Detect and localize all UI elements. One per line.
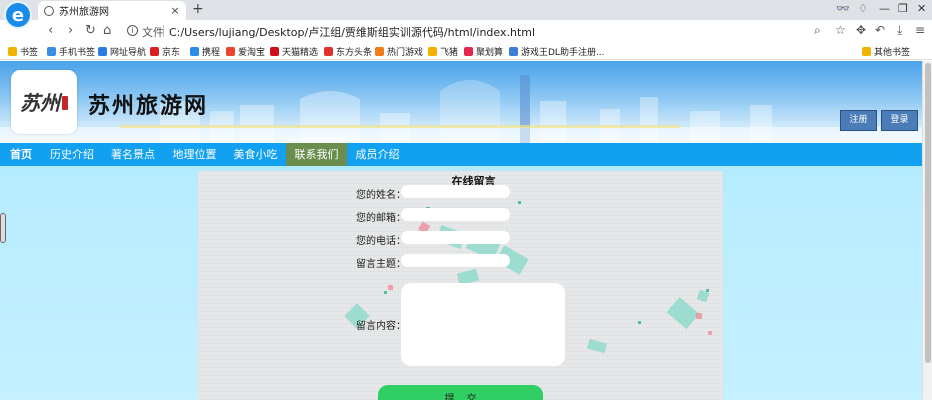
content-textarea[interactable] (401, 283, 565, 366)
bookmarks-bar: 其他书签 书签 手机书签 网址导航 京东 携程 爱淘宝 天猫精选 东方头条 热门游戏 飞猪 聚划算游… (0, 42, 932, 60)
login-button[interactable]: 登录 (881, 110, 918, 131)
star-icon[interactable]: ☆ (835, 23, 846, 37)
contact-form-panel: 在线留言 您的姓名： 您的邮箱： 您的电话： 留言主题： 留言内容： 提交 (198, 171, 723, 400)
phone-input[interactable] (401, 231, 510, 244)
subject-input[interactable] (401, 254, 510, 267)
menu-icon[interactable]: ≡ (915, 23, 925, 37)
nav-members[interactable]: 成员介绍 (347, 143, 408, 166)
undo-icon[interactable]: ↶ (875, 23, 885, 37)
bookmark-item[interactable]: 携程 (190, 45, 220, 58)
browser-toolbar: ‹ › ↻ ⌂ i 文件 C:/Users/lujiang/Desktop/卢江… (0, 20, 932, 42)
zoom-icon[interactable]: ⌕ (814, 23, 821, 38)
nav-contact[interactable]: 联系我们 (286, 143, 347, 166)
bookmark-favicon-icon (150, 47, 159, 56)
register-button[interactable]: 注册 (840, 110, 877, 131)
bookmark-favicon-icon (226, 47, 235, 56)
nav-attractions[interactable]: 著名景点 (102, 143, 164, 166)
bookmark-favicon-icon (98, 47, 107, 56)
bookmark-item[interactable]: 东方头条 (324, 45, 372, 58)
submit-button[interactable]: 提交 (378, 385, 543, 400)
name-label: 您的姓名： (356, 190, 406, 201)
nav-food[interactable]: 美食小吃 (225, 143, 286, 166)
page-viewport: 苏州 苏州旅游网 注册 登录 首页 历史介绍 著名景点 地理位置 美食小吃 联系… (0, 61, 922, 400)
bookmark-item[interactable]: 京东 (150, 45, 180, 58)
tab-close-icon[interactable]: × (168, 4, 182, 17)
bookmark-favicon-icon (375, 47, 384, 56)
address-bar-url[interactable]: C:/Users/lujiang/Desktop/卢江组/贾维斯组实训源代码/h… (169, 24, 535, 40)
nav-history[interactable]: 历史介绍 (42, 143, 102, 166)
extensions-icon[interactable]: ✥ (856, 23, 866, 37)
shirt-icon[interactable]: ♢ (858, 2, 868, 15)
scrollbar-thumb[interactable] (925, 63, 931, 363)
bookmark-favicon-icon (47, 47, 56, 56)
glasses-icon[interactable]: 👓 (836, 2, 850, 15)
email-label: 您的邮箱： (356, 213, 406, 224)
restore-icon[interactable]: ❐ (898, 2, 908, 15)
bookmark-favicon-icon (270, 47, 279, 56)
bookmark-favicon-icon (324, 47, 333, 56)
content-label: 留言内容： (356, 321, 406, 332)
bookmark-favicon-icon (428, 47, 437, 56)
bookmark-item[interactable]: 游戏王DL助手注册... (509, 45, 605, 58)
minimize-icon[interactable]: — (879, 2, 890, 15)
bookmark-item[interactable]: 聚划算 (464, 45, 503, 58)
name-input[interactable] (401, 185, 510, 198)
info-icon[interactable]: i (127, 25, 138, 36)
bookmark-favicon-icon (509, 47, 518, 56)
bookmark-item[interactable]: 爱淘宝 (226, 45, 265, 58)
reload-icon[interactable]: ↻ (85, 23, 96, 38)
address-divider (163, 25, 164, 37)
site-logo[interactable]: 苏州 (11, 70, 77, 134)
forward-icon[interactable]: › (68, 23, 73, 38)
site-title: 苏州旅游网 (88, 93, 209, 119)
other-bookmarks[interactable]: 其他书签 (862, 45, 910, 58)
nav-location[interactable]: 地理位置 (164, 143, 225, 166)
bookmark-item[interactable]: 飞猪 (428, 45, 458, 58)
close-window-icon[interactable]: ✕ (917, 2, 926, 15)
page-scrollbar[interactable] (922, 61, 932, 400)
bookmark-favicon-icon (190, 47, 199, 56)
bookmark-item[interactable]: 网址导航 (98, 45, 146, 58)
subject-label: 留言主题： (356, 259, 406, 270)
bookmark-item[interactable]: 书签 (8, 45, 38, 58)
download-icon[interactable]: ⤓ (897, 23, 902, 38)
address-scheme-label: 文件 (142, 26, 164, 39)
globe-icon (44, 5, 54, 16)
folder-icon (862, 47, 871, 56)
email-input[interactable] (401, 208, 510, 221)
browser-logo-icon[interactable]: e (4, 1, 32, 29)
seal-icon (62, 96, 68, 110)
home-icon[interactable]: ⌂ (103, 23, 111, 38)
bookmark-item[interactable]: 天猫精选 (270, 45, 318, 58)
browser-tabstrip: e 苏州旅游网 × + 👓 ♢ — ❐ ✕ (0, 0, 932, 29)
phone-label: 您的电话： (356, 236, 406, 247)
back-icon[interactable]: ‹ (48, 23, 53, 38)
side-scroll-handle[interactable] (0, 213, 6, 243)
bookmark-item[interactable]: 手机书签 (47, 45, 95, 58)
header-banner: 苏州 苏州旅游网 注册 登录 (0, 61, 922, 143)
bookmark-favicon-icon (8, 47, 17, 56)
main-nav: 首页 历史介绍 著名景点 地理位置 美食小吃 联系我们 成员介绍 (0, 143, 922, 166)
nav-home[interactable]: 首页 (0, 143, 42, 166)
bookmark-item[interactable]: 热门游戏 (375, 45, 423, 58)
tab-active[interactable]: 苏州旅游网 × (38, 1, 186, 20)
new-tab-button[interactable]: + (192, 1, 204, 17)
bookmark-favicon-icon (464, 47, 473, 56)
tab-title: 苏州旅游网 (59, 7, 109, 18)
